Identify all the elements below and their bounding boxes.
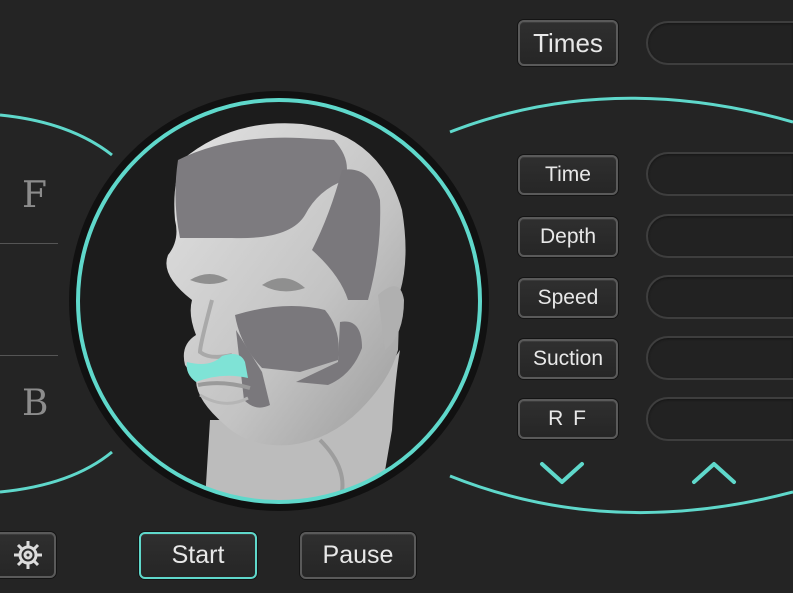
time-label: Time [545,163,591,186]
back-side-label[interactable]: B [22,383,48,424]
rf-value-field[interactable] [646,397,793,441]
face-treatment-map [69,91,489,511]
time-value-field[interactable] [646,152,793,196]
times-value-field[interactable] [646,21,793,65]
rf-label: R F [548,407,588,430]
gear-icon [14,541,42,569]
depth-button[interactable]: Depth [518,217,618,257]
settings-button[interactable] [0,532,56,578]
suction-value-field[interactable] [646,336,793,380]
pause-button[interactable]: Pause [300,532,416,579]
speed-value-field[interactable] [646,275,793,319]
suction-button[interactable]: Suction [518,339,618,379]
divider [0,355,58,356]
speed-label: Speed [537,286,599,309]
depth-label: Depth [539,225,597,248]
start-label: Start [171,541,225,569]
front-side-label[interactable]: F [22,175,47,216]
pause-label: Pause [322,541,394,569]
time-button[interactable]: Time [518,155,618,195]
speed-button[interactable]: Speed [518,278,618,318]
divider [0,243,58,244]
depth-value-field[interactable] [646,214,793,258]
times-label: Times [533,27,603,58]
rf-button[interactable]: R F [518,399,618,439]
suction-label: Suction [532,347,604,370]
start-button[interactable]: Start [139,532,257,579]
times-button[interactable]: Times [518,20,618,66]
chevron-up-icon[interactable] [690,458,738,488]
chevron-down-icon[interactable] [538,458,586,488]
